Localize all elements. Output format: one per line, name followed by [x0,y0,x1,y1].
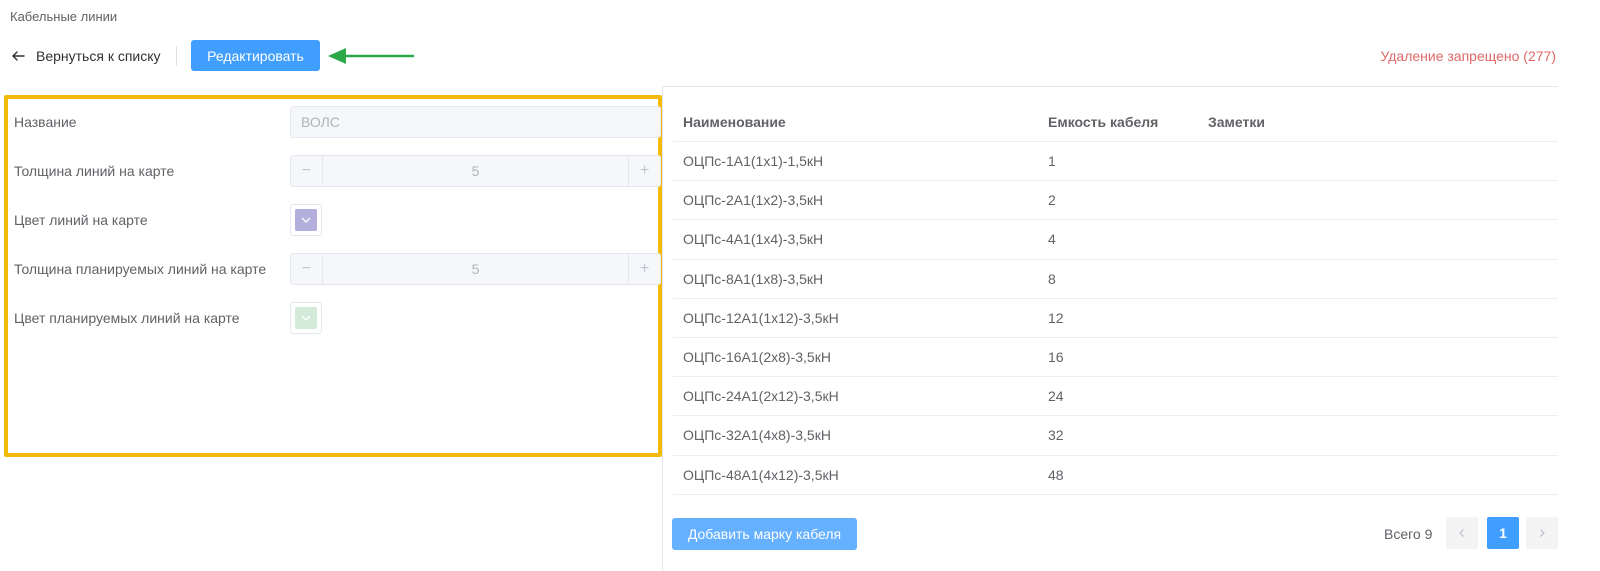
content-divider-horizontal [663,86,1558,87]
prev-page-button[interactable] [1446,517,1478,549]
increment-button: + [628,254,660,284]
line-color-label: Цвет линий на карте [14,212,148,228]
arrow-left-icon [10,48,26,64]
planned-width-stepper: − 5 + [290,253,661,285]
cell-capacity: 16 [1048,349,1064,366]
delete-forbidden-note: Удаление запрещено (277) [1380,48,1556,64]
planned-color-label: Цвет планируемых линий на карте [14,310,240,326]
cable-brands-table: Наименование Емкость кабеля Заметки ОЦПс… [673,102,1558,495]
cell-name: ОЦПс-4А1(1х4)-3,5кН [683,231,824,248]
cell-name: ОЦПс-24А1(2х12)-3,5кН [683,388,839,405]
name-input: ВОЛС [290,106,661,138]
table-body: ОЦПс-1А1(1х1)-1,5кН 1 ОЦПс-2А1(1х2)-3,5кН 2… [673,142,1558,495]
chevron-right-icon [1540,529,1545,537]
table-header: Наименование Емкость кабеля Заметки [673,102,1558,142]
toolbar: Вернуться к списку Редактировать Удалени… [0,40,1600,72]
cell-capacity: 4 [1048,231,1056,248]
cell-name: ОЦПс-1А1(1х1)-1,5кН [683,153,824,170]
form-row-line-width: Толщина линий на карте − 5 + [14,155,661,187]
properties-form: Название ВОЛС Толщина линий на карте − 5… [4,95,662,457]
line-color-picker[interactable] [290,204,322,236]
chevron-down-icon [301,315,311,321]
line-width-label: Толщина линий на карте [14,163,175,179]
cell-capacity: 12 [1048,309,1064,326]
column-header-notes[interactable]: Заметки [1198,114,1558,130]
form-row-name: Название ВОЛС [14,106,661,138]
column-header-capacity[interactable]: Емкость кабеля [1038,114,1198,130]
line-width-stepper: − 5 + [290,155,661,187]
planned-width-label: Толщина планируемых линий на карте [14,261,267,277]
form-row-line-color: Цвет линий на карте [14,204,658,236]
line-color-swatch [295,209,317,231]
page-button-current[interactable]: 1 [1487,517,1519,549]
toolbar-divider [176,46,177,66]
page-title: Кабельные линии [10,9,118,24]
cell-capacity: 8 [1048,270,1056,287]
next-page-button[interactable] [1526,517,1558,549]
add-cable-brand-button[interactable]: Добавить марку кабеля [672,518,857,550]
back-to-list-label: Вернуться к списку [36,48,161,64]
table-row[interactable]: ОЦПс-8А1(1х8)-3,5кН 8 [673,260,1558,299]
cell-capacity: 2 [1048,192,1056,209]
decrement-button: − [291,156,323,186]
line-width-value: 5 [471,163,480,179]
cell-name: ОЦПс-32А1(4х8)-3,5кН [683,427,831,444]
back-to-list-link[interactable]: Вернуться к списку [10,40,161,72]
cell-capacity: 48 [1048,466,1064,483]
table-row[interactable]: ОЦПс-2А1(1х2)-3,5кН 2 [673,181,1558,221]
chevron-down-icon [301,217,311,223]
table-row[interactable]: ОЦПс-48А1(4х12)-3,5кН 48 [673,456,1558,495]
chevron-left-icon [1459,529,1464,537]
cell-name: ОЦПс-2А1(1х2)-3,5кН [683,192,824,209]
decrement-button: − [291,254,323,284]
name-label: Название [14,114,77,130]
cell-capacity: 32 [1048,427,1064,444]
table-row[interactable]: ОЦПс-32А1(4х8)-3,5кН 32 [673,416,1558,456]
table-row[interactable]: ОЦПс-24А1(2х12)-3,5кН 24 [673,377,1558,417]
cell-capacity: 24 [1048,388,1064,405]
table-row[interactable]: ОЦПс-1А1(1х1)-1,5кН 1 [673,142,1558,182]
table-row[interactable]: ОЦПс-12А1(1х12)-3,5кН 12 [673,299,1558,338]
table-row[interactable]: ОЦПс-16А1(2х8)-3,5кН 16 [673,338,1558,378]
form-row-planned-color: Цвет планируемых линий на карте [14,302,658,334]
column-header-name[interactable]: Наименование [673,114,1038,130]
edit-button[interactable]: Редактировать [191,40,320,71]
content-divider-vertical [662,86,663,571]
planned-color-picker[interactable] [290,302,322,334]
total-count: Всего 9 [1384,526,1433,542]
green-arrow-icon [326,45,418,70]
cell-name: ОЦПс-12А1(1х12)-3,5кН [683,309,839,326]
planned-color-swatch [295,307,317,329]
cell-name: ОЦПс-8А1(1х8)-3,5кН [683,270,824,287]
cell-name: ОЦПс-16А1(2х8)-3,5кН [683,349,831,366]
form-row-planned-width: Толщина планируемых линий на карте − 5 + [14,253,661,285]
cell-name: ОЦПс-48А1(4х12)-3,5кН [683,466,839,483]
increment-button: + [628,156,660,186]
table-row[interactable]: ОЦПс-4А1(1х4)-3,5кН 4 [673,220,1558,260]
cell-capacity: 1 [1048,153,1056,170]
planned-width-value: 5 [471,261,480,277]
